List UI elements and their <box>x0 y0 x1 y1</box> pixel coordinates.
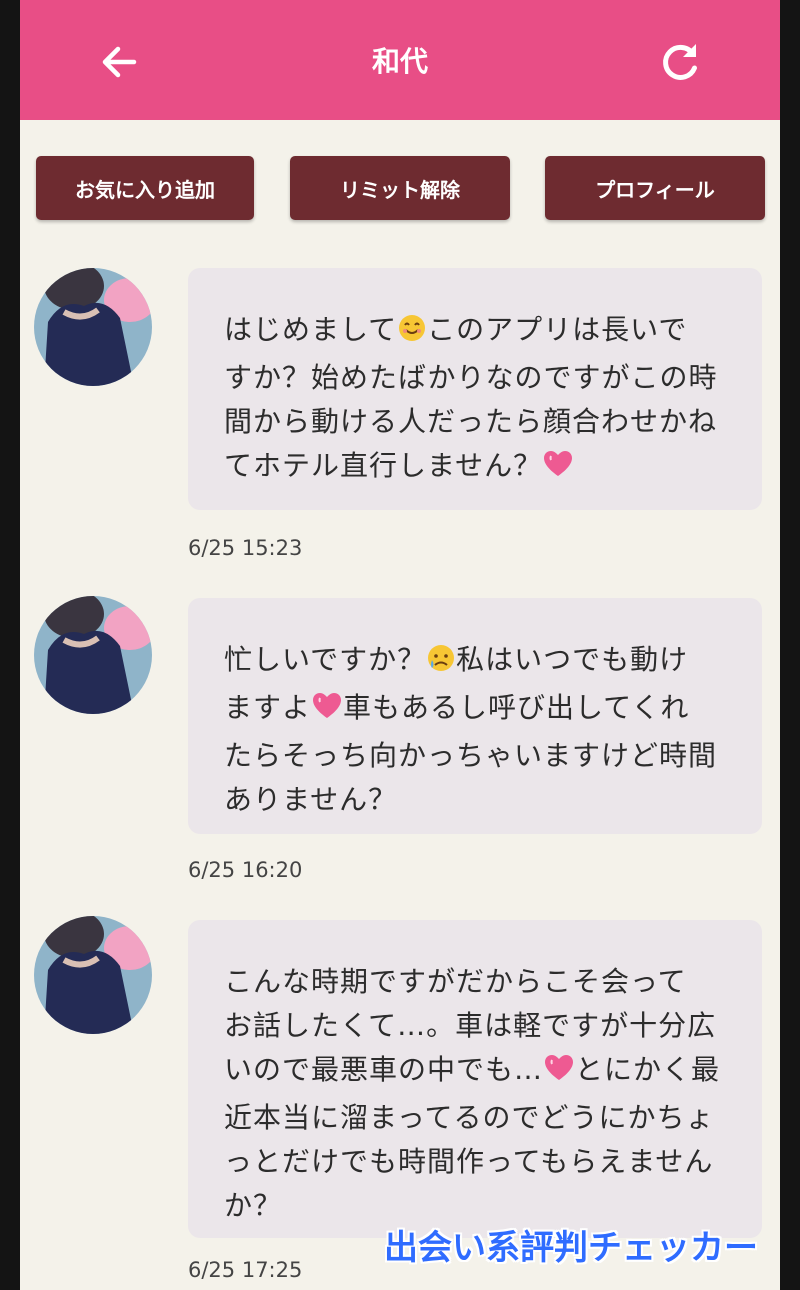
message-timestamp: 6/25 15:23 <box>188 536 303 560</box>
avatar[interactable] <box>34 268 152 386</box>
pink-heart-emoji <box>311 690 343 734</box>
refresh-icon <box>663 44 697 80</box>
refresh-button[interactable] <box>656 38 704 86</box>
message-timestamp: 6/25 17:25 <box>188 1258 303 1282</box>
limit-release-label: リミット解除 <box>340 177 460 202</box>
message-text: たらそっち向かっちゃいますけど時間 <box>224 739 718 772</box>
avatar-image <box>34 596 152 714</box>
watermark-text: 出会い系評判チェッカー <box>384 1228 758 1268</box>
sad-face-emoji <box>426 642 456 686</box>
add-favorite-label: お気に入り追加 <box>75 177 215 202</box>
message-text: 忙しいですか？ <box>224 643 427 676</box>
add-favorite-button[interactable]: お気に入り追加 <box>36 156 254 220</box>
message-text: こんな時期ですがだからこそ会って <box>224 965 687 998</box>
message-text: っとだけでも時間作ってもらえません <box>224 1145 714 1178</box>
profile-label: プロフィール <box>595 177 715 202</box>
message-text: このアプリは長いで <box>427 313 688 346</box>
message-text: ますよ <box>224 691 312 724</box>
avatar[interactable] <box>34 596 152 714</box>
message-text: 間から動ける人だったら顔合わせかね <box>224 405 718 438</box>
avatar-image <box>34 268 152 386</box>
message-text: か？ <box>224 1189 283 1222</box>
smiling-face-emoji <box>397 312 427 356</box>
message-text: 私はいつでも動け <box>456 643 689 676</box>
avatar[interactable] <box>34 916 152 1034</box>
limit-release-button[interactable]: リミット解除 <box>290 156 510 220</box>
header-bar: 和代 <box>20 0 780 120</box>
arrow-left-icon <box>102 46 137 78</box>
message-bubble: こんな時期ですがだからこそ会って お話したくて…。車は軽ですが十分広 いので最悪… <box>188 920 762 1238</box>
message-text: はじめまして <box>224 313 398 346</box>
message-timestamp: 6/25 16:20 <box>188 858 303 882</box>
message-text: てホテル直行しません？ <box>224 449 543 482</box>
pink-heart-emoji <box>542 448 574 492</box>
message-text: ありません？ <box>224 783 398 816</box>
message-text: とにかく最 <box>575 1053 721 1086</box>
message-text: 近本当に溜まってるのでどうにかちょ <box>224 1101 715 1134</box>
back-button[interactable] <box>98 40 142 84</box>
avatar-image <box>34 916 152 1034</box>
message-bubble: 忙しいですか？ 私はいつでも動け ますよ 車もあるし呼び出してくれ たらそっち向かっ… <box>188 598 762 834</box>
message-text: いので最悪車の中でも… <box>224 1053 544 1086</box>
message-bubble: はじめまして このアプリは長いで すか？始めたばかりなのですがこの時 間から動ける… <box>188 268 762 510</box>
message-text: お話したくて…。車は軽ですが十分広 <box>224 1009 717 1042</box>
message-text: 車もあるし呼び出してくれ <box>343 691 690 724</box>
pink-heart-emoji <box>543 1052 575 1096</box>
profile-button[interactable]: プロフィール <box>545 156 765 220</box>
chat-screen: 和代 お気に入り追加 リミット解除 プロフィール はじめまして このアプリは長いで… <box>20 0 780 1290</box>
message-text: すか？始めたばかりなのですがこの時 <box>224 361 718 394</box>
